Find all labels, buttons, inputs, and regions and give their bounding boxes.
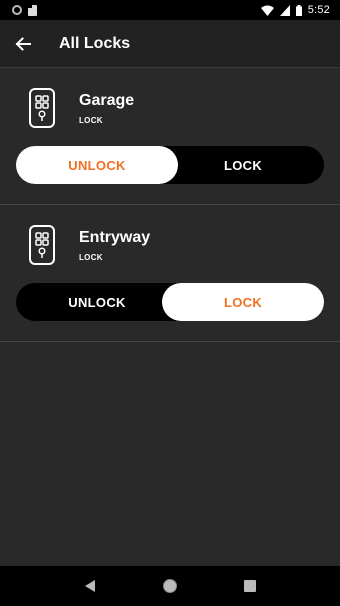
lock-device-icon [29, 88, 55, 128]
status-right: 5:52 [260, 4, 330, 16]
wifi-icon [260, 5, 274, 16]
unlock-button[interactable]: UNLOCK [16, 146, 178, 184]
status-time: 5:52 [307, 4, 330, 16]
lock-device-icon [29, 225, 55, 265]
lock-state: LOCK [79, 253, 103, 262]
sd-card-icon [28, 4, 37, 16]
lock-name: Garage [79, 92, 135, 109]
nav-recents-icon [244, 580, 256, 592]
nav-home-icon [163, 579, 177, 593]
nav-back-icon [85, 580, 95, 592]
lock-toggle: UNLOCK LOCK [16, 146, 324, 184]
system-nav-bar [0, 566, 340, 606]
lock-name: Entryway [79, 229, 151, 246]
lock-header[interactable]: Entryway LOCK [0, 205, 340, 283]
nav-recents-button[interactable] [230, 566, 270, 606]
lock-card-entryway: Entryway LOCK UNLOCK LOCK [0, 205, 340, 342]
status-bar: 5:52 [0, 0, 340, 20]
battery-icon [295, 4, 302, 16]
notification-dot-icon [12, 5, 22, 15]
screen: 5:52 All Locks Garage LOCK UNLOCK LOCK E… [0, 0, 340, 606]
lock-header[interactable]: Garage LOCK [0, 68, 340, 146]
nav-back-button[interactable] [70, 566, 110, 606]
page-title: All Locks [59, 34, 131, 52]
signal-icon [279, 4, 290, 16]
lock-card-garage: Garage LOCK UNLOCK LOCK [0, 68, 340, 205]
back-arrow-icon [15, 36, 31, 51]
lock-button[interactable]: LOCK [162, 283, 324, 321]
app-bar: All Locks [0, 20, 340, 68]
nav-home-button[interactable] [150, 566, 190, 606]
lock-state: LOCK [79, 116, 103, 125]
lock-button[interactable]: LOCK [162, 146, 324, 184]
lock-toggle: UNLOCK LOCK [16, 283, 324, 321]
back-button[interactable] [0, 20, 46, 68]
unlock-button[interactable]: UNLOCK [16, 283, 178, 321]
status-left [12, 4, 37, 16]
